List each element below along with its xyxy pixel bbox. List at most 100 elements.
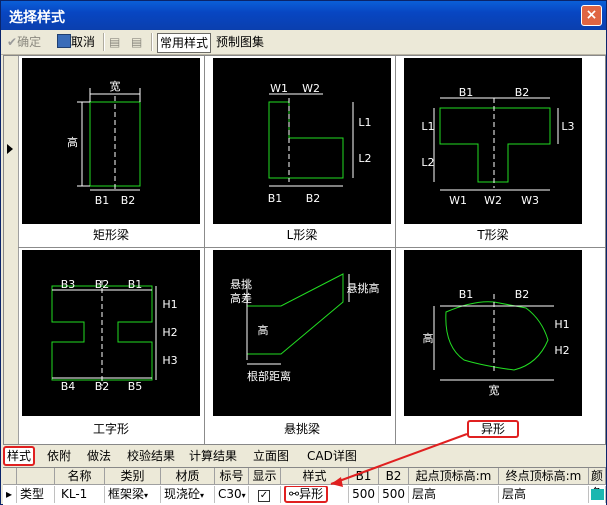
irr-b2-label: B2 bbox=[515, 288, 530, 301]
t-l2-label: L2 bbox=[421, 156, 434, 169]
category-value: 框架梁 bbox=[108, 487, 145, 501]
style-card-irregular[interactable]: B1 B2 高 H1 H2 宽 异形 bbox=[400, 248, 586, 444]
t-b2-label: B2 bbox=[515, 86, 530, 99]
cell-end-elev[interactable]: 层高 bbox=[499, 486, 589, 503]
style-card-i[interactable]: B3 B2 B1 B4 B2 B5 H1 H2 H3 工字形 bbox=[18, 248, 204, 444]
card-caption: 悬挑梁 bbox=[283, 422, 320, 436]
header-b2: B2 bbox=[379, 468, 409, 485]
irregular-beam-diagram: B1 B2 高 H1 H2 宽 bbox=[404, 250, 582, 416]
grid-line bbox=[395, 56, 396, 444]
t-w2-label: W2 bbox=[484, 194, 502, 207]
tab-calc-result[interactable]: 计算结果 bbox=[189, 448, 237, 464]
cell-b2[interactable]: 500 bbox=[379, 486, 409, 503]
header-color: 颜色 bbox=[589, 468, 606, 500]
style-card-rect[interactable]: 宽 高 B1 B2 矩形梁 bbox=[18, 56, 204, 247]
header-material: 材质 bbox=[161, 468, 215, 485]
i-b2-label: B2 bbox=[95, 278, 110, 291]
cancel-label: 取消 bbox=[71, 35, 96, 49]
l-b1-label: B1 bbox=[268, 192, 283, 205]
style-card-l[interactable]: W1 W2 L1 L2 B1 B2 L形梁 bbox=[209, 56, 395, 247]
title-bar: 选择样式 × bbox=[1, 1, 606, 30]
irr-w-label: 宽 bbox=[489, 383, 500, 397]
cant-h-label: 高 bbox=[258, 323, 269, 337]
tab-method[interactable]: 做法 bbox=[87, 448, 111, 464]
irr-h2-label: H2 bbox=[554, 344, 569, 357]
i-h1-label: H1 bbox=[162, 298, 177, 311]
irr-h1-label: H1 bbox=[554, 318, 569, 331]
style-card-t[interactable]: B1 B2 L1 L2 L3 W1 W2 W3 T形梁 bbox=[400, 56, 586, 247]
db-icon-2[interactable]: ▤ bbox=[131, 33, 142, 51]
l-b2-label: B2 bbox=[306, 192, 321, 205]
card-caption: T形梁 bbox=[477, 228, 509, 242]
toolbar-separator bbox=[151, 33, 153, 51]
i-b3-label: B3 bbox=[61, 278, 76, 291]
cell-start-elev[interactable]: 层高 bbox=[409, 486, 499, 503]
cell-category[interactable]: 框架梁▾ bbox=[105, 486, 161, 503]
bottom-tabs: 样式 依附 做法 校验结果 计算结果 立面图 CAD详图 bbox=[1, 446, 606, 466]
confirm-label: 确定 bbox=[17, 35, 42, 49]
db-icon-1[interactable]: ▤ bbox=[109, 33, 120, 51]
t-w3-label: W3 bbox=[521, 194, 539, 207]
l-l1-label: L1 bbox=[358, 116, 371, 129]
header-style: 样式 bbox=[281, 468, 349, 485]
i-h3-label: H3 bbox=[162, 354, 177, 367]
tab-cad-detail[interactable]: CAD详图 bbox=[307, 448, 357, 464]
cell-name[interactable]: KL-1 bbox=[55, 486, 105, 503]
rect-b1-label: B1 bbox=[95, 194, 110, 207]
card-caption-box: 异形 bbox=[400, 420, 586, 438]
tab-common-styles[interactable]: 常用样式 bbox=[157, 33, 212, 53]
row-indicator bbox=[4, 56, 19, 444]
checkmark-icon: ✔ bbox=[7, 35, 18, 49]
header-start-elev: 起点顶标高:m bbox=[409, 468, 499, 485]
l-w2-label: W2 bbox=[302, 82, 320, 95]
i-b5-label: B5 bbox=[128, 380, 143, 393]
row-pointer-icon: ▸ bbox=[3, 486, 17, 503]
irr-b1-label: B1 bbox=[459, 288, 474, 301]
tab-check-result[interactable]: 校验结果 bbox=[127, 448, 175, 464]
cell-b1[interactable]: 500 bbox=[349, 486, 379, 503]
header-b1: B1 bbox=[349, 468, 379, 485]
l-beam-diagram: W1 W2 L1 L2 B1 B2 bbox=[213, 58, 391, 224]
close-button[interactable]: × bbox=[581, 5, 602, 26]
cell-type: 类型 bbox=[17, 486, 55, 503]
irr-h-label: 高 bbox=[423, 331, 434, 345]
cant-high-label: 悬挑高 bbox=[347, 281, 380, 295]
cant-diff1-label: 悬挑 bbox=[230, 277, 252, 291]
header-end-elev: 终点顶标高:m bbox=[499, 468, 589, 485]
cell-display[interactable]: ✓ bbox=[249, 486, 281, 503]
style-value-box: ⚯异形 bbox=[284, 486, 329, 503]
cell-color[interactable] bbox=[589, 486, 606, 503]
dropdown-arrow-icon: ▾ bbox=[144, 491, 149, 500]
window-title: 选择样式 bbox=[9, 10, 65, 26]
t-l1-label: L1 bbox=[421, 120, 434, 133]
rect-b2-label: B2 bbox=[121, 194, 136, 207]
binoculars-icon: ⚯ bbox=[289, 487, 300, 501]
cant-root-label: 根部距离 bbox=[247, 369, 291, 383]
material-value: 现浇砼 bbox=[164, 487, 201, 501]
i-b2b-label: B2 bbox=[95, 380, 110, 393]
tab-style[interactable]: 样式 bbox=[3, 446, 36, 466]
style-value: 异形 bbox=[299, 487, 324, 501]
dropdown-arrow-icon: ▾ bbox=[241, 491, 246, 500]
cell-style[interactable]: ⚯异形 bbox=[281, 486, 349, 503]
confirm-button[interactable]: ✔确定 bbox=[7, 33, 41, 51]
tab-attach[interactable]: 依附 bbox=[47, 448, 71, 464]
cell-material[interactable]: 现浇砼▾ bbox=[161, 486, 215, 503]
header-display: 显示 bbox=[249, 468, 281, 485]
cancel-button[interactable]: 取消 bbox=[57, 33, 95, 51]
rect-height-label: 高 bbox=[67, 135, 78, 149]
tab-preset-atlas[interactable]: 预制图集 bbox=[216, 33, 264, 51]
tab-elevation[interactable]: 立面图 bbox=[253, 448, 289, 464]
t-l3-label: L3 bbox=[561, 120, 574, 133]
display-checkbox[interactable]: ✓ bbox=[258, 490, 270, 502]
t-w1-label: W1 bbox=[449, 194, 467, 207]
t-b1-label: B1 bbox=[459, 86, 474, 99]
style-grid: 宽 高 B1 B2 矩形梁 W1 W2 L1 L2 B1 B2 L形梁 B1 B… bbox=[3, 55, 606, 445]
i-b4-label: B4 bbox=[61, 380, 76, 393]
cell-grade[interactable]: C30▾ bbox=[215, 486, 249, 503]
rect-width-label: 宽 bbox=[110, 79, 121, 93]
row-pointer-icon bbox=[7, 144, 13, 154]
style-card-cantilever[interactable]: 悬挑 高差 悬挑高 高 根部距离 悬挑梁 bbox=[209, 248, 395, 444]
dialog-window: 选择样式 × ✔确定 取消 ▤ ▤ 常用样式 预制图集 宽 高 B1 B2 矩形… bbox=[0, 0, 607, 505]
card-caption: L形梁 bbox=[286, 228, 318, 242]
